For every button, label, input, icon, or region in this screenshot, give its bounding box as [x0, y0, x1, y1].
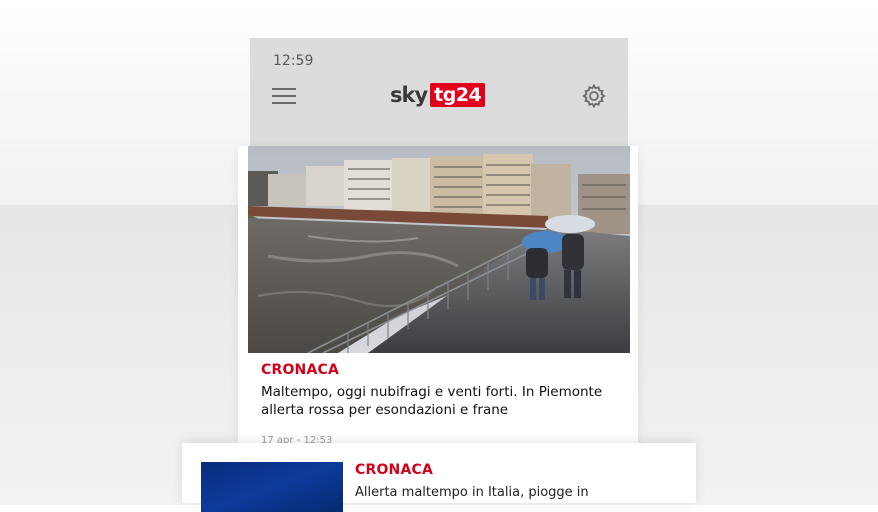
status-time: 12:59: [273, 53, 314, 69]
article-category: CRONACA: [261, 362, 340, 378]
article-photo: [248, 146, 630, 353]
article-card[interactable]: CRONACA Maltempo, oggi nubifragi e venti…: [238, 146, 638, 446]
gear-icon[interactable]: [581, 83, 607, 109]
hamburger-icon[interactable]: [272, 88, 296, 104]
app-logo: sky tg24: [390, 82, 486, 108]
article-headline[interactable]: Maltempo, oggi nubifragi e venti forti. …: [261, 383, 611, 419]
article-headline[interactable]: Allerta maltempo in Italia, piogge in: [355, 485, 589, 500]
article-thumbnail: [201, 462, 343, 512]
article-category: CRONACA: [355, 462, 434, 478]
article-card[interactable]: CRONACA Allerta maltempo in Italia, piog…: [182, 443, 696, 512]
logo-sky-text: sky: [390, 83, 428, 107]
logo-tg24-badge: tg24: [430, 83, 486, 107]
